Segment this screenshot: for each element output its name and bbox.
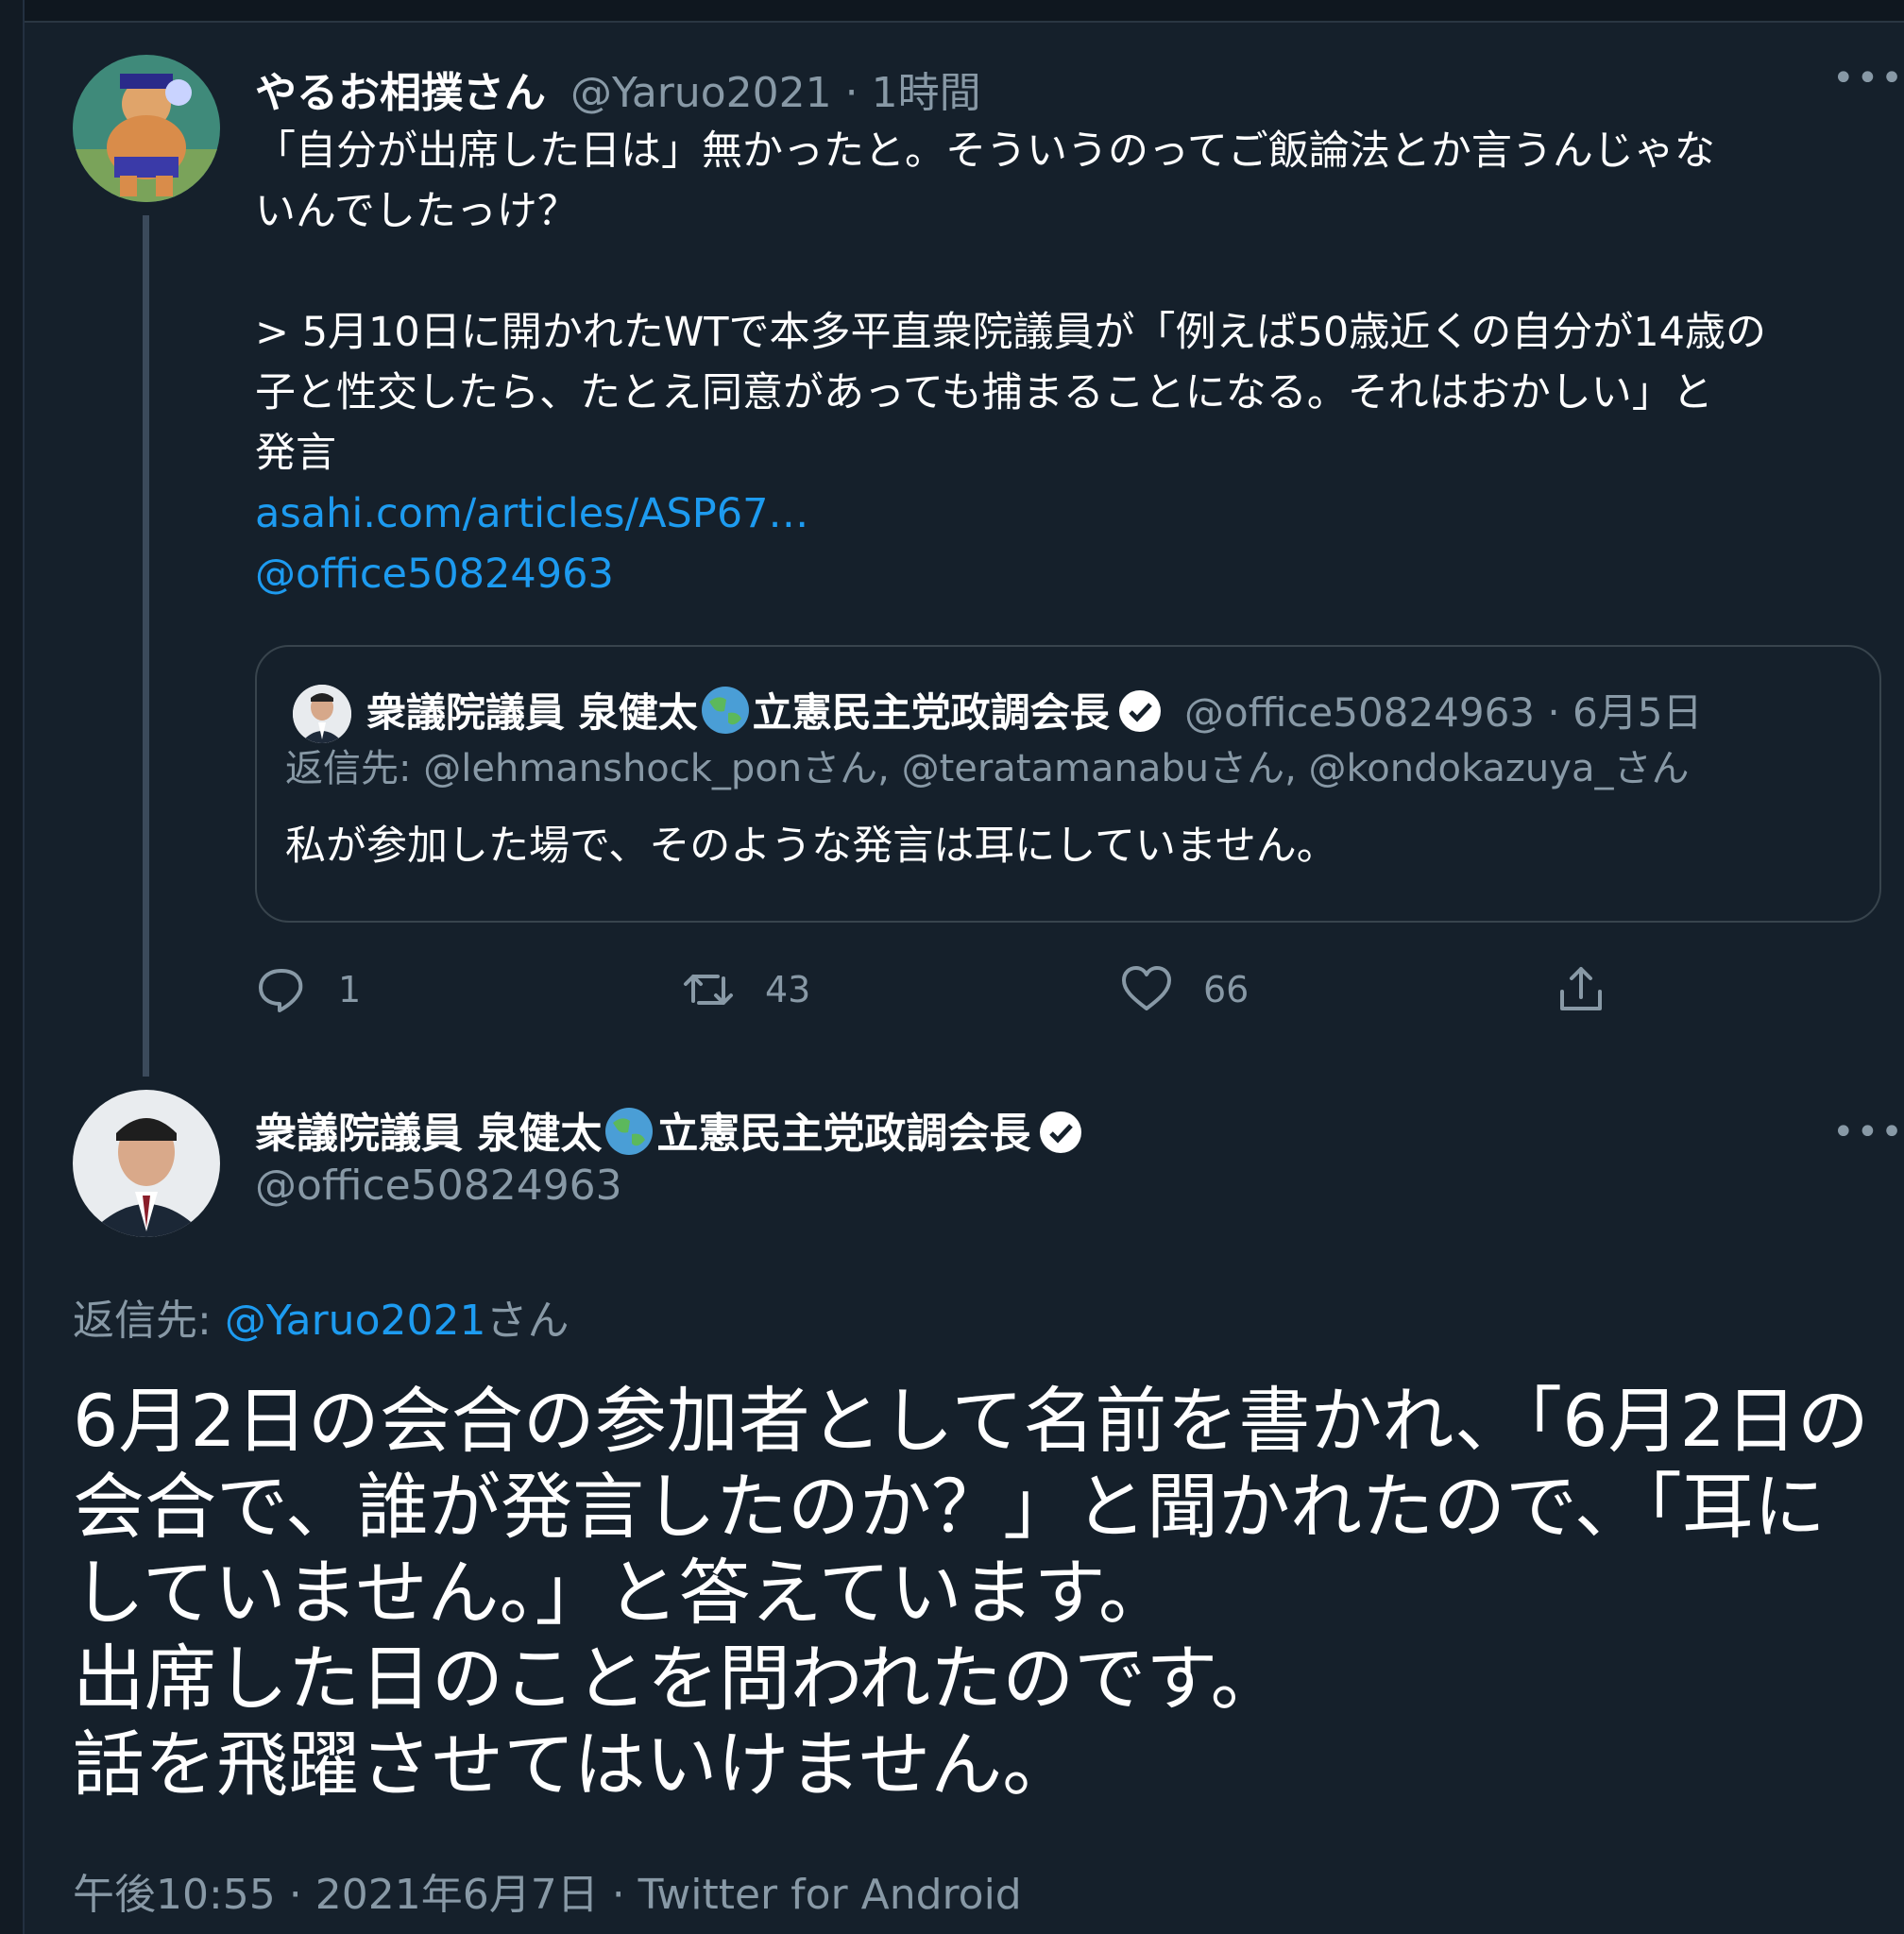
reply-icon[interactable] (255, 963, 308, 1016)
retweet-count: 43 (765, 969, 811, 1010)
reply-count: 1 (338, 969, 362, 1010)
reply-to-label: 返信先: (73, 1297, 225, 1345)
tweet1-text-line: 「自分が出席した日は」無かったと。そういうのってご飯論法とか言うんじゃな (255, 127, 1715, 175)
tweet2-handle[interactable]: @office50824963 (255, 1162, 622, 1210)
window-top-edge (0, 0, 1904, 23)
window-left-edge (0, 0, 25, 1934)
quoted-reply-label: 返信先: (285, 747, 424, 790)
tweet1-quote-line: 子と性交したら、たとえ同意があっても捕まることになる。それはおかしい」と (255, 369, 1713, 416)
tweet2-reply-to: 返信先: @Yaruo2021さん (73, 1286, 569, 1347)
reply-to-suffix: さん (485, 1297, 570, 1345)
thread-line (143, 215, 149, 1077)
quoted-tweet-card[interactable]: 衆議院議員 泉健太 立憲民主党政調会長 @office50824963 · 6月5… (255, 645, 1881, 923)
reply-action[interactable]: 1 (255, 961, 361, 1018)
tweet2-body: 6月2日の会合の参加者として名前を書かれ、「6月2日の 会合で、誰が発言したのか… (73, 1378, 1886, 1807)
tweet2-name-row: 衆議院議員 泉健太 立憲民主党政調会長 (255, 1099, 1083, 1160)
tweet2-text-line: 出席した日のことを問われたのです。 (73, 1637, 1283, 1721)
article-link[interactable]: asahi.com/articles/ASP67… (255, 484, 1879, 544)
tweet1-header: やるお相撲さん @Yaruo2021 · 1時間 (255, 59, 981, 119)
quoted-author-name: 衆議院議員 泉健太 (366, 689, 698, 736)
tweet1-quote-line: > 5月10日に開かれたWTで本多平直衆院議員が「例えば50歳近くの自分が14歳… (255, 309, 1766, 356)
tweet2-more-icon[interactable]: ••• (1832, 1111, 1904, 1154)
mention-link[interactable]: @office50824963 (255, 544, 1879, 604)
heart-icon[interactable] (1120, 963, 1173, 1016)
verified-icon (1118, 690, 1161, 732)
tweet1-time[interactable]: 1時間 (872, 69, 981, 117)
share-action[interactable] (1555, 961, 1607, 1018)
tweet1-quote-line: 発言 (255, 430, 336, 477)
tweet1-body: 「自分が出席した日は」無かったと。そういうのってご飯論法とか言うんじゃな いんで… (255, 121, 1879, 604)
izumi-avatar[interactable] (73, 1090, 220, 1237)
separator-dot: · (844, 69, 872, 117)
tweet2-author-name[interactable]: 衆議院議員 泉健太 (255, 1110, 602, 1158)
quoted-handle-date: @office50824963 · 6月5日 (1184, 689, 1703, 736)
tweet2-text-line: 会合で、誰が発言したのか？」と聞かれたので、「耳に (73, 1465, 1826, 1549)
quoted-reply-to: 返信先: @lehmanshock_ponさん, @teratamanabuさん… (285, 738, 1689, 792)
tweet2-text-line: 6月2日の会合の参加者として名前を書かれ、「6月2日の (73, 1379, 1869, 1463)
globe-icon (701, 687, 749, 734)
share-icon[interactable] (1555, 963, 1607, 1016)
tweet1-author-name[interactable]: やるお相撲さん (255, 69, 546, 117)
reply-to-mention[interactable]: @Yaruo2021 (225, 1297, 486, 1345)
retweet-icon[interactable] (682, 963, 735, 1016)
retweet-action[interactable]: 43 (682, 961, 810, 1018)
quoted-author-title: 立憲民主党政調会長 (752, 689, 1110, 736)
quoted-avatar (293, 685, 351, 743)
tweet1-more-icon[interactable]: ••• (1832, 57, 1904, 100)
tweet1-text-line: いんでしたっけ？ (255, 188, 578, 235)
globe-icon (605, 1108, 654, 1155)
tweet2-text-line: 話を飛躍させてはいけません。 (73, 1722, 1075, 1807)
quoted-reply-users: @lehmanshock_ponさん, @teratamanabuさん, @ko… (423, 747, 1690, 790)
tweet2-author-title[interactable]: 立憲民主党政調会長 (656, 1110, 1030, 1158)
like-action[interactable]: 66 (1120, 961, 1249, 1018)
quoted-header: 衆議院議員 泉健太 立憲民主党政調会長 @office50824963 · 6月5… (366, 681, 1703, 738)
tweet2-text-line: していません。」と答えています。 (73, 1551, 1171, 1635)
verified-icon (1040, 1111, 1082, 1153)
tweet2-timestamp[interactable]: 午後10:55 · 2021年6月7日 · Twitter for Androi… (73, 1860, 1022, 1921)
like-count: 66 (1203, 969, 1250, 1010)
yaruo-avatar[interactable] (73, 55, 220, 202)
quoted-text: 私が参加した場で、そのような発言は耳にしていません。 (285, 823, 1337, 870)
tweet1-handle[interactable]: @Yaruo2021 (570, 69, 832, 117)
